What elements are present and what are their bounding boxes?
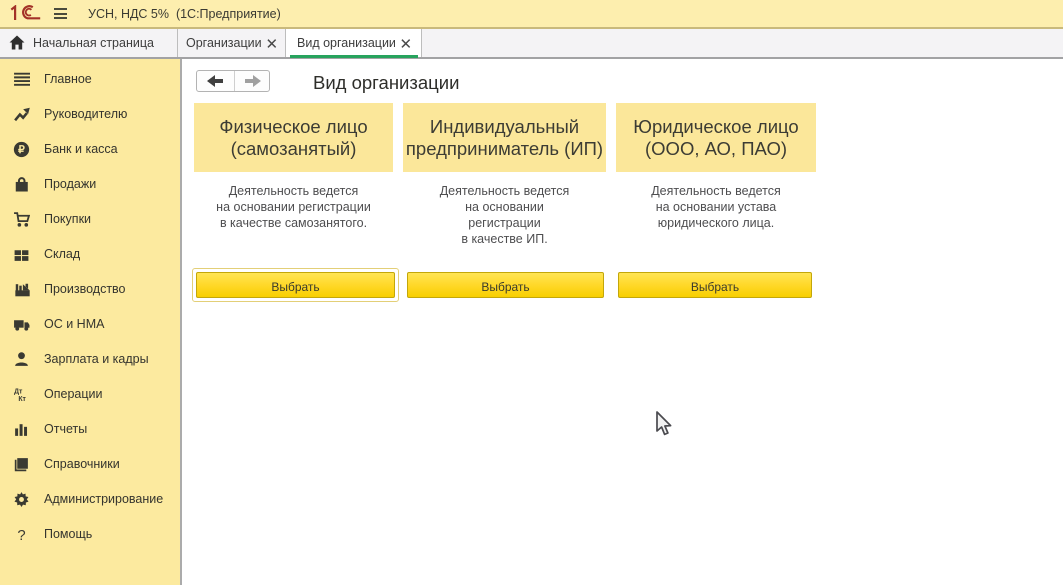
svg-text:?: ? xyxy=(17,528,25,543)
svg-text:Дт: Дт xyxy=(14,388,23,395)
svg-text:Кт: Кт xyxy=(18,396,26,403)
svg-text:₽: ₽ xyxy=(18,144,25,156)
